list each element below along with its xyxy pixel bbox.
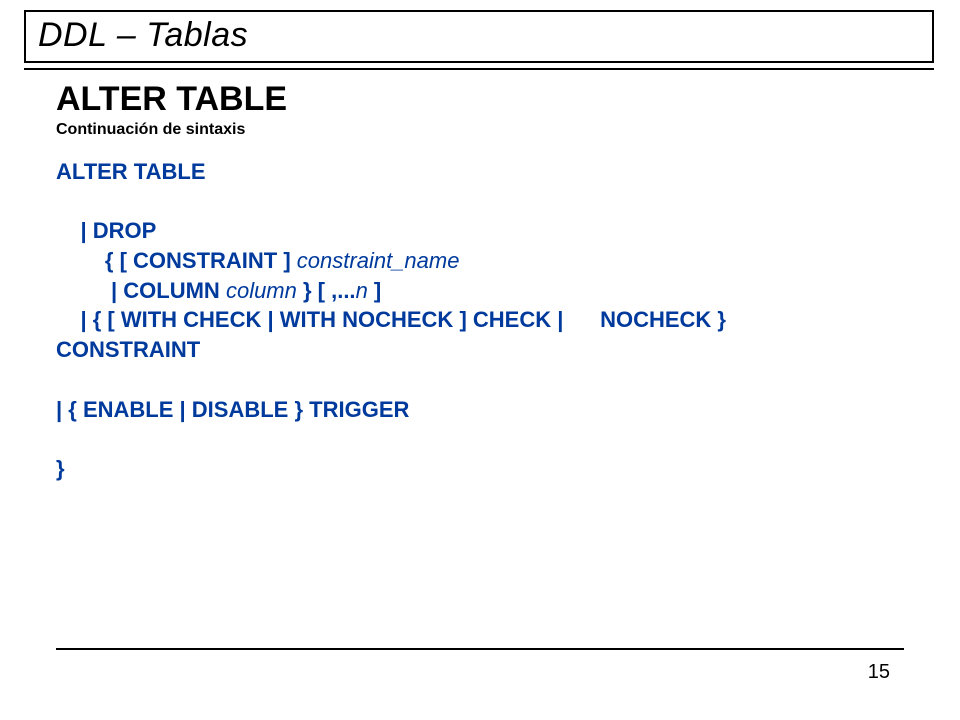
- bracket-close2: ]: [453, 307, 473, 332]
- kw-drop: DROP: [93, 218, 157, 243]
- kw-enable: ENABLE: [83, 397, 173, 422]
- arg-n: n: [356, 278, 368, 303]
- kw-column: COLUMN: [123, 278, 220, 303]
- brace-enable-close: }: [288, 397, 309, 422]
- kw-nocheck: NOCHECK: [600, 307, 711, 332]
- bar-enable: |: [173, 397, 191, 422]
- brace-n-close: ]: [368, 278, 381, 303]
- bar1: |: [261, 307, 279, 332]
- pipe-enable: | {: [56, 397, 83, 422]
- content-area: ALTER TABLE Continuación de sintaxis ALT…: [56, 80, 906, 484]
- title-box: DDL – Tablas: [24, 10, 934, 63]
- section-heading: ALTER TABLE: [56, 80, 906, 119]
- title-underline: [24, 68, 934, 70]
- kw-check: CHECK: [473, 307, 551, 332]
- kw-alter-table: ALTER TABLE: [56, 159, 206, 184]
- kw-constraint-2: CONSTRAINT: [56, 337, 200, 362]
- kw-disable: DISABLE: [192, 397, 289, 422]
- pipe-column: |: [56, 278, 123, 303]
- arg-constraint-name: constraint_name: [297, 248, 460, 273]
- arg-column: column: [226, 278, 297, 303]
- slide: DDL – Tablas ALTER TABLE Continuación de…: [0, 0, 960, 720]
- slide-title: DDL – Tablas: [38, 16, 248, 54]
- kw-constraint: CONSTRAINT: [133, 248, 277, 273]
- pipe-drop: |: [56, 218, 93, 243]
- kw-with-nocheck: WITH NOCHECK: [280, 307, 454, 332]
- page-number: 15: [868, 661, 890, 684]
- section-subtitle: Continuación de sintaxis: [56, 121, 906, 139]
- bracket-close: ]: [277, 248, 297, 273]
- bar2: |: [551, 307, 600, 332]
- brace-constraint-open: { [: [56, 248, 133, 273]
- pipe-withcheck: | { [: [56, 307, 121, 332]
- closing-brace: }: [56, 456, 65, 481]
- brace-n-open: } [ ,...: [297, 278, 356, 303]
- kw-trigger: TRIGGER: [309, 397, 409, 422]
- kw-with-check: WITH CHECK: [121, 307, 262, 332]
- footer-divider: [56, 648, 904, 650]
- syntax-block: ALTER TABLE | DROP { [ CONSTRAINT ] cons…: [56, 157, 906, 484]
- brace-end: }: [711, 307, 726, 332]
